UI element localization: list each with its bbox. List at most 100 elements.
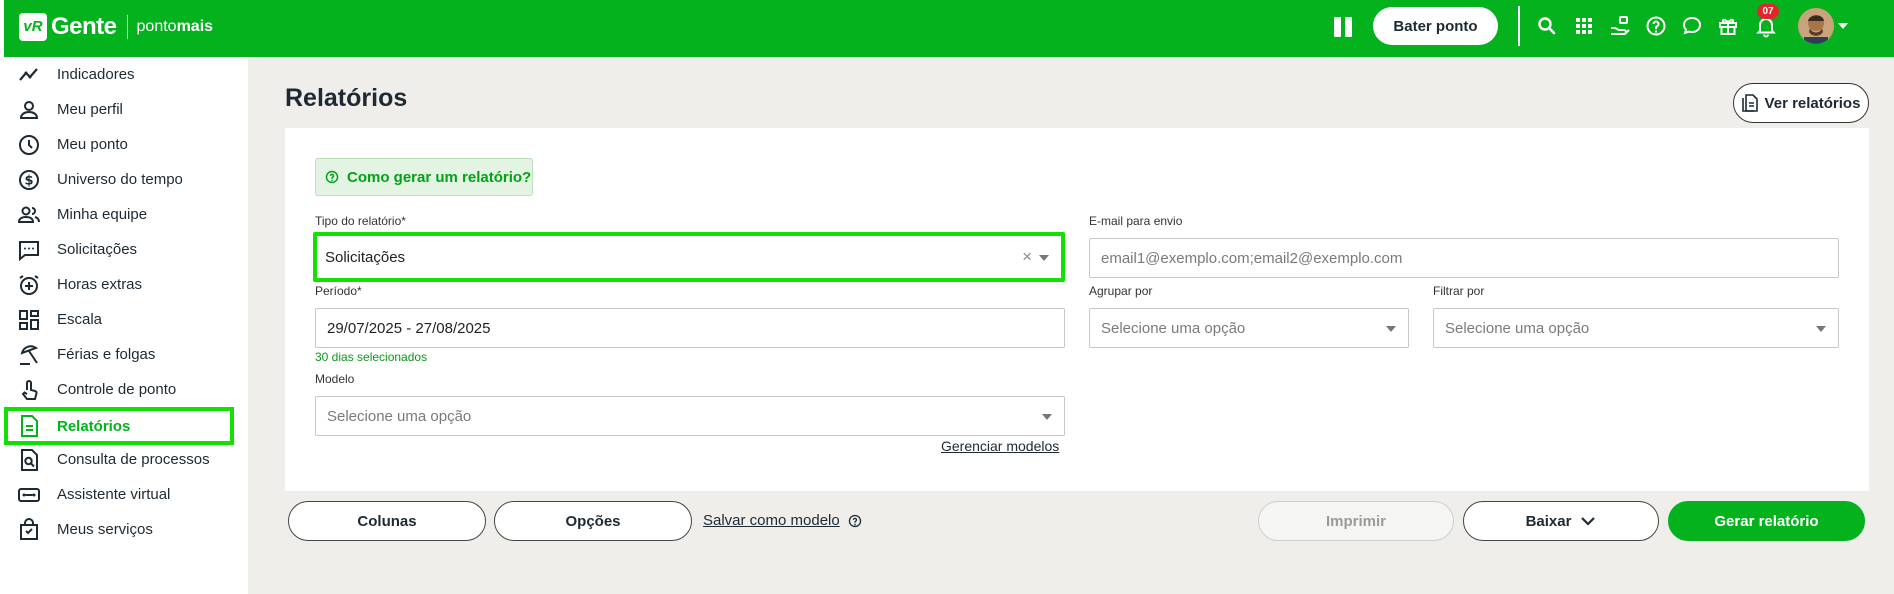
sidebar-item-consulta-de-processos[interactable]: Consulta de processos xyxy=(4,443,234,476)
chevron-down-icon[interactable] xyxy=(1042,414,1052,420)
chat-icon[interactable] xyxy=(1680,14,1704,38)
salvar-modelo-link[interactable]: Salvar como modelo xyxy=(703,512,862,529)
bater-ponto-button[interactable]: Bater ponto xyxy=(1373,7,1498,45)
grid-icon xyxy=(19,309,39,330)
logo-badge: vR xyxy=(19,13,47,41)
notification-badge: 07 xyxy=(1757,4,1779,19)
modelo-placeholder: Selecione uma opção xyxy=(327,407,472,425)
email-field[interactable]: email1@exemplo.com;email2@exemplo.com xyxy=(1089,238,1839,278)
sidebar-item-label: Meus serviços xyxy=(57,521,153,538)
ver-relatorios-label: Ver relatórios xyxy=(1764,94,1861,112)
chevron-down-icon[interactable] xyxy=(1838,23,1848,29)
sidebar-item-label: Controle de ponto xyxy=(57,381,177,398)
sidebar-item-horas-extras[interactable]: Horas extras xyxy=(4,268,234,301)
sidebar-item-label: Consulta de processos xyxy=(57,451,210,468)
alarm-plus-icon xyxy=(19,274,39,295)
bag-icon xyxy=(20,517,38,540)
sidebar-item-controle-de-ponto[interactable]: Controle de ponto xyxy=(4,373,234,406)
message-icon xyxy=(19,240,39,261)
sidebar-item-label: Assistente virtual xyxy=(57,486,171,503)
page-title: Relatórios xyxy=(285,84,408,112)
topbar-divider xyxy=(1518,6,1520,46)
sidebar-item-meus-servicos[interactable]: Meus serviços xyxy=(4,513,234,546)
periodo-field[interactable]: 29/07/2025 - 27/08/2025 xyxy=(315,308,1065,348)
chevron-down-icon[interactable] xyxy=(1386,326,1396,332)
sidebar-item-label: Solicitações xyxy=(57,241,138,258)
filtrar-label: Filtrar por xyxy=(1433,284,1485,298)
reports-stack-icon xyxy=(1741,94,1758,112)
gerenciar-modelos-link[interactable]: Gerenciar modelos xyxy=(941,438,1059,454)
sidebar-item-label: Meu perfil xyxy=(57,101,123,118)
filtrar-placeholder: Selecione uma opção xyxy=(1445,319,1590,337)
logo-divider xyxy=(126,15,128,39)
team-icon xyxy=(17,206,40,223)
email-placeholder: email1@exemplo.com;email2@exemplo.com xyxy=(1101,249,1403,267)
periodo-hint: 30 dias selecionados xyxy=(315,350,428,364)
help-icon[interactable] xyxy=(1644,14,1668,38)
tipo-relatorio-label: Tipo do relatório* xyxy=(315,214,406,228)
sidebar-item-label: Minha equipe xyxy=(57,206,148,223)
how-to-generate-help[interactable]: Como gerar um relatório? xyxy=(315,158,533,196)
avatar[interactable] xyxy=(1798,8,1834,44)
assistant-icon xyxy=(18,487,40,502)
touch-icon xyxy=(21,379,38,400)
periodo-value: 29/07/2025 - 27/08/2025 xyxy=(327,319,491,337)
clock-icon xyxy=(19,134,39,155)
help-label: Como gerar um relatório? xyxy=(347,168,532,186)
logo[interactable]: vR Gente pontomais xyxy=(19,13,213,41)
search-icon[interactable] xyxy=(1535,14,1559,38)
product-name: pontomais xyxy=(136,18,214,35)
logo-name: Gente xyxy=(51,13,117,40)
sidebar-item-label: Relatórios xyxy=(57,417,131,435)
opcoes-button[interactable]: Opções xyxy=(494,501,692,541)
baixar-button[interactable]: Baixar xyxy=(1463,501,1659,541)
filtrar-select[interactable]: Selecione uma opção xyxy=(1433,308,1839,348)
periodo-label: Período* xyxy=(315,284,362,298)
sidebar-item-assistente-virtual[interactable]: Assistente virtual xyxy=(4,478,234,511)
gerar-relatorio-button[interactable]: Gerar relatório xyxy=(1668,501,1865,541)
ver-relatorios-button[interactable]: Ver relatórios xyxy=(1733,83,1869,123)
sidebar-item-meu-ponto[interactable]: Meu ponto xyxy=(4,128,234,161)
benefits-hand-icon[interactable] xyxy=(1608,14,1632,38)
sidebar-item-universo-do-tempo[interactable]: $ Universo do tempo xyxy=(4,163,234,196)
sidebar-item-label: Indicadores xyxy=(57,66,135,83)
document-icon xyxy=(21,415,38,437)
svg-text:$: $ xyxy=(24,173,33,188)
user-icon xyxy=(19,100,39,119)
chevron-down-icon[interactable] xyxy=(1816,326,1826,332)
beach-umbrella-icon xyxy=(20,344,39,365)
avatar-image xyxy=(1798,8,1834,44)
sidebar-item-label: Férias e folgas xyxy=(57,346,156,363)
clear-icon[interactable]: × xyxy=(1022,247,1032,267)
salvar-modelo-label: Salvar como modelo xyxy=(703,512,840,529)
baixar-label: Baixar xyxy=(1525,512,1572,530)
sidebar-item-label: Meu ponto xyxy=(57,136,128,153)
chevron-down-icon[interactable] xyxy=(1039,255,1049,261)
agrupar-select[interactable]: Selecione uma opção xyxy=(1089,308,1409,348)
dollar-circle-icon: $ xyxy=(19,169,39,190)
pause-icon[interactable] xyxy=(1334,17,1354,37)
sidebar-item-escala[interactable]: Escala xyxy=(4,303,234,336)
sidebar-item-label: Universo do tempo xyxy=(57,171,183,188)
sidebar-item-label: Escala xyxy=(57,311,103,328)
chevron-down-icon xyxy=(1581,517,1596,526)
imprimir-button[interactable]: Imprimir xyxy=(1258,501,1454,541)
agrupar-label: Agrupar por xyxy=(1089,284,1153,298)
sidebar-item-minha-equipe[interactable]: Minha equipe xyxy=(4,198,234,231)
agrupar-placeholder: Selecione uma opção xyxy=(1101,319,1246,337)
help-icon xyxy=(325,170,339,184)
colunas-button[interactable]: Colunas xyxy=(288,501,486,541)
help-icon[interactable] xyxy=(848,514,862,528)
email-label: E-mail para envio xyxy=(1089,214,1183,228)
sidebar-item-meu-perfil[interactable]: Meu perfil xyxy=(4,93,234,126)
apps-grid-icon[interactable] xyxy=(1572,14,1596,38)
sidebar-item-relatorios[interactable]: Relatórios xyxy=(4,407,234,445)
modelo-select[interactable]: Selecione uma opção xyxy=(315,396,1065,436)
tipo-relatorio-value: Solicitações xyxy=(325,248,406,266)
chart-line-icon xyxy=(19,67,38,81)
sidebar-item-indicadores[interactable]: Indicadores xyxy=(4,58,234,91)
sidebar-item-ferias-e-folgas[interactable]: Férias e folgas xyxy=(4,338,234,371)
tipo-relatorio-select[interactable]: Solicitações × xyxy=(313,232,1065,282)
sidebar-item-solicitacoes[interactable]: Solicitações xyxy=(4,233,234,266)
gift-icon[interactable] xyxy=(1716,14,1740,38)
